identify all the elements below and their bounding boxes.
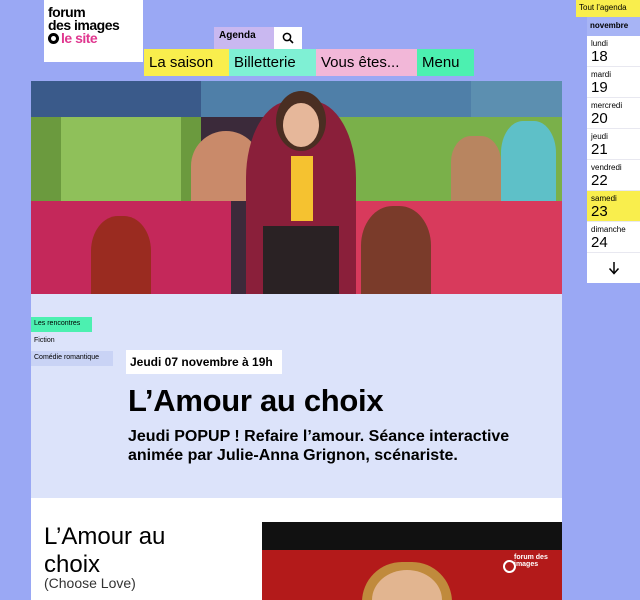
calendar-day[interactable]: mercredi 20 <box>587 98 640 129</box>
day-number: 19 <box>591 79 608 96</box>
tag-fiction[interactable]: Fiction <box>31 334 71 349</box>
agenda-button[interactable]: Agenda <box>214 27 274 49</box>
calendar-day[interactable]: jeudi 21 <box>587 129 640 160</box>
day-number: 20 <box>591 110 608 127</box>
film-video[interactable]: forum des images <box>262 522 562 600</box>
day-name: jeudi <box>591 132 608 141</box>
nav-menu[interactable]: Menu <box>417 49 474 76</box>
day-name: dimanche <box>591 225 626 234</box>
tag-comedie-romantique[interactable]: Comédie romantique <box>31 351 113 366</box>
hero-image <box>31 81 562 294</box>
event-subtitle: Jeudi POPUP ! Refaire l’amour. Séance in… <box>128 428 510 464</box>
calendar-month: novembre <box>587 17 640 36</box>
day-number: 21 <box>591 141 608 158</box>
calendar-next-button[interactable] <box>587 253 640 283</box>
nav-vous-etes[interactable]: Vous êtes... <box>316 49 417 76</box>
day-number: 22 <box>591 172 608 189</box>
day-number: 24 <box>591 234 608 251</box>
calendar-day[interactable]: vendredi 22 <box>587 160 640 191</box>
calendar: novembre lundi 18 mardi 19 mercredi 20 jeud… <box>587 17 640 283</box>
film-original-title: (Choose Love) <box>44 575 136 591</box>
tag-les-rencontres[interactable]: Les rencontres <box>31 317 92 332</box>
day-name: lundi <box>591 39 608 48</box>
tout-agenda-link[interactable]: Tout l’agenda <box>576 0 640 17</box>
day-name: mercredi <box>591 101 623 110</box>
search-button[interactable] <box>274 27 302 49</box>
day-number: 18 <box>591 48 608 65</box>
day-number: 23 <box>591 203 608 220</box>
search-icon <box>282 32 294 44</box>
nav-billetterie[interactable]: Billetterie <box>229 49 316 76</box>
arrow-down-icon <box>608 262 619 275</box>
film-title: L’Amour au choix <box>44 523 166 578</box>
event-date: Jeudi 07 novembre à 19h <box>126 350 282 374</box>
day-name: samedi <box>591 194 617 203</box>
site-logo[interactable]: forum des images le site <box>44 0 143 62</box>
calendar-day-selected[interactable]: samedi 23 <box>587 191 640 222</box>
calendar-day[interactable]: dimanche 24 <box>587 222 640 253</box>
page-title: L’Amour au choix <box>128 383 384 418</box>
calendar-day[interactable]: mardi 19 <box>587 67 640 98</box>
calendar-day[interactable]: lundi 18 <box>587 36 640 67</box>
video-watermark: forum des images <box>514 554 548 568</box>
logo-line-le-site: le site <box>61 30 98 46</box>
nav-la-saison[interactable]: La saison <box>144 49 229 76</box>
day-name: mardi <box>591 70 612 79</box>
day-name: vendredi <box>591 163 622 172</box>
at-icon <box>48 33 59 44</box>
